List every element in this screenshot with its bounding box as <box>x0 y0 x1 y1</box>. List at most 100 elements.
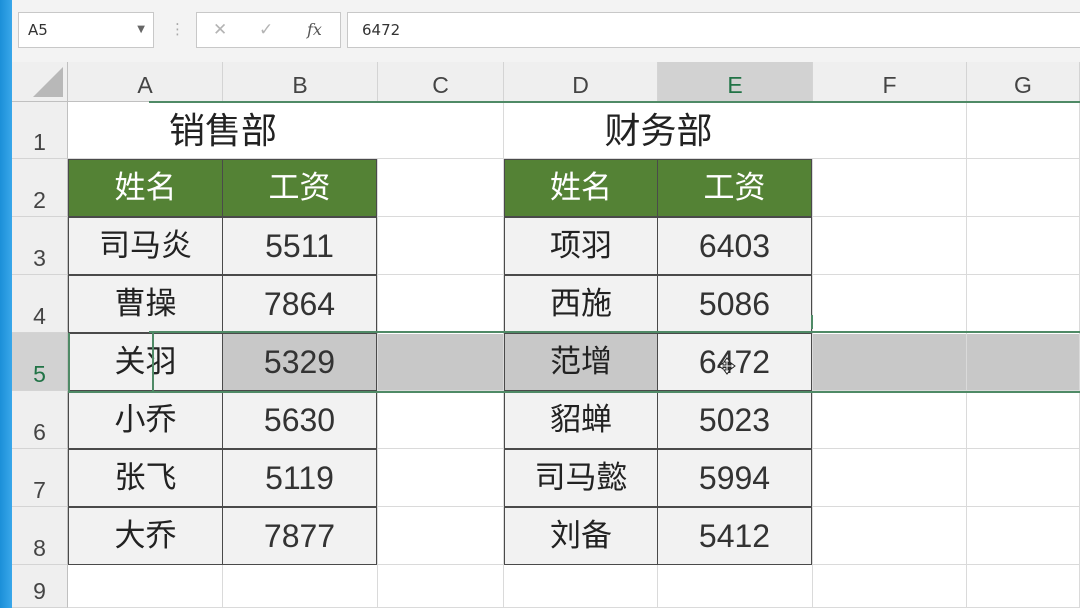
column-header-b[interactable]: B <box>223 62 378 102</box>
grid-cell[interactable] <box>967 391 1080 449</box>
row-number: 7 <box>33 477 46 503</box>
sales-salary-cell[interactable]: 5630 <box>222 391 377 449</box>
column-header-a[interactable]: A <box>68 62 223 102</box>
sales-name-cell[interactable]: 司马炎 <box>68 217 223 275</box>
grid-cell[interactable] <box>967 159 1080 217</box>
row-header-5[interactable]: 5 <box>12 333 68 391</box>
sales-name-cell[interactable]: 大乔 <box>68 507 223 565</box>
finance-name-cell[interactable]: 范增 <box>504 333 658 391</box>
column-header-f[interactable]: F <box>813 62 967 102</box>
sales-name-cell[interactable]: 曹操 <box>68 275 223 333</box>
sales-header-name[interactable]: 姓名 <box>68 159 223 217</box>
sales-salary-cell[interactable]: 5329 <box>222 333 377 391</box>
row-number: 4 <box>33 303 46 329</box>
grid-cell[interactable] <box>658 565 813 608</box>
row-number: 3 <box>33 245 46 271</box>
row-header-8[interactable]: 8 <box>12 507 68 565</box>
row-number: 9 <box>33 578 46 604</box>
finance-name-cell[interactable]: 司马懿 <box>504 449 658 507</box>
finance-title[interactable]: 财务部 <box>504 102 813 159</box>
row-header-1[interactable]: 1 <box>12 102 68 159</box>
finance-name-cell[interactable]: 刘备 <box>504 507 658 565</box>
sales-title[interactable]: 销售部 <box>68 102 378 159</box>
row-number: 5 <box>33 361 46 387</box>
chevron-down-icon[interactable]: ▼ <box>137 13 145 47</box>
row5-cell-c[interactable] <box>378 334 504 391</box>
finance-name-cell[interactable]: 西施 <box>504 275 658 333</box>
sales-salary-cell[interactable]: 5511 <box>222 217 377 275</box>
more-icon[interactable]: ⋮ <box>170 20 185 38</box>
row-header-2[interactable]: 2 <box>12 159 68 217</box>
row5-cell-g[interactable] <box>967 334 1080 391</box>
grid-cell[interactable] <box>378 391 504 449</box>
row-header-3[interactable]: 3 <box>12 217 68 275</box>
grid-cell[interactable] <box>378 275 504 333</box>
grid-cell[interactable] <box>813 102 967 159</box>
row-number: 6 <box>33 419 46 445</box>
grid-cell[interactable] <box>223 565 378 608</box>
grid-cell[interactable] <box>967 507 1080 565</box>
finance-header-name[interactable]: 姓名 <box>504 159 658 217</box>
grid-cell[interactable] <box>378 102 504 159</box>
finance-salary-cell[interactable]: 5086 <box>657 275 812 333</box>
finance-salary-cell[interactable]: 6403 <box>657 217 812 275</box>
insert-function-icon[interactable]: fx <box>307 13 322 47</box>
worksheet-grid: A B C D E F G 1 2 3 4 5 6 7 8 9 销售部 财务部 … <box>12 62 1080 608</box>
column-header-g[interactable]: G <box>967 62 1080 102</box>
drag-outline-upper <box>149 331 1080 333</box>
select-all-button[interactable] <box>12 62 68 102</box>
drag-outline-tick <box>811 315 813 329</box>
grid-cell[interactable] <box>68 565 223 608</box>
grid-cell[interactable] <box>813 217 967 275</box>
column-header-d[interactable]: D <box>504 62 658 102</box>
row5-cell-f[interactable] <box>813 334 967 391</box>
grid-cell[interactable] <box>813 565 967 608</box>
finance-header-salary[interactable]: 工资 <box>657 159 812 217</box>
grid-cell[interactable] <box>813 507 967 565</box>
drag-outline-left <box>152 333 154 391</box>
row-number: 1 <box>33 129 46 155</box>
grid-cell[interactable] <box>967 275 1080 333</box>
row-header-9[interactable]: 9 <box>12 565 68 608</box>
sales-salary-cell[interactable]: 7877 <box>222 507 377 565</box>
row-header-4[interactable]: 4 <box>12 275 68 333</box>
finance-salary-cell[interactable]: 5994 <box>657 449 812 507</box>
finance-salary-cell[interactable]: 5023 <box>657 391 812 449</box>
name-box[interactable]: A5 ▼ <box>18 12 154 48</box>
grid-cell[interactable] <box>813 159 967 217</box>
grid-cell[interactable] <box>378 159 504 217</box>
sales-name-cell[interactable]: 小乔 <box>68 391 223 449</box>
formula-input[interactable]: 6472 <box>347 12 1080 48</box>
finance-name-cell[interactable]: 貂蝉 <box>504 391 658 449</box>
row-header-7[interactable]: 7 <box>12 449 68 507</box>
grid-cell[interactable] <box>967 102 1080 159</box>
enter-icon[interactable]: ✓ <box>259 13 273 47</box>
sales-salary-cell[interactable]: 5119 <box>222 449 377 507</box>
grid-cell[interactable] <box>813 275 967 333</box>
grid-cell[interactable] <box>378 565 504 608</box>
drag-outline-lower <box>68 391 1080 393</box>
grid-cell[interactable] <box>378 449 504 507</box>
sales-name-cell[interactable]: 张飞 <box>68 449 223 507</box>
grid-cell[interactable] <box>967 565 1080 608</box>
column-header-e[interactable]: E <box>658 62 813 102</box>
finance-name-cell[interactable]: 项羽 <box>504 217 658 275</box>
finance-salary-cell[interactable]: 5412 <box>657 507 812 565</box>
sales-header-salary[interactable]: 工资 <box>222 159 377 217</box>
grid-cell[interactable] <box>967 217 1080 275</box>
grid-cell[interactable] <box>378 507 504 565</box>
desktop-edge <box>0 0 12 608</box>
sales-name-cell-active[interactable]: 关羽 <box>68 333 223 391</box>
grid-cell[interactable] <box>813 391 967 449</box>
grid-cell[interactable] <box>813 449 967 507</box>
grid-cell[interactable] <box>378 217 504 275</box>
sales-salary-cell[interactable]: 7864 <box>222 275 377 333</box>
grid-cell[interactable] <box>967 449 1080 507</box>
row-number: 2 <box>33 187 46 213</box>
grid-cell[interactable] <box>504 565 658 608</box>
row-header-6[interactable]: 6 <box>12 391 68 449</box>
formula-buttons: ✕ ✓ fx <box>196 12 341 48</box>
column-header-c[interactable]: C <box>378 62 504 102</box>
cancel-icon[interactable]: ✕ <box>213 13 227 47</box>
active-cell-left <box>68 333 70 391</box>
